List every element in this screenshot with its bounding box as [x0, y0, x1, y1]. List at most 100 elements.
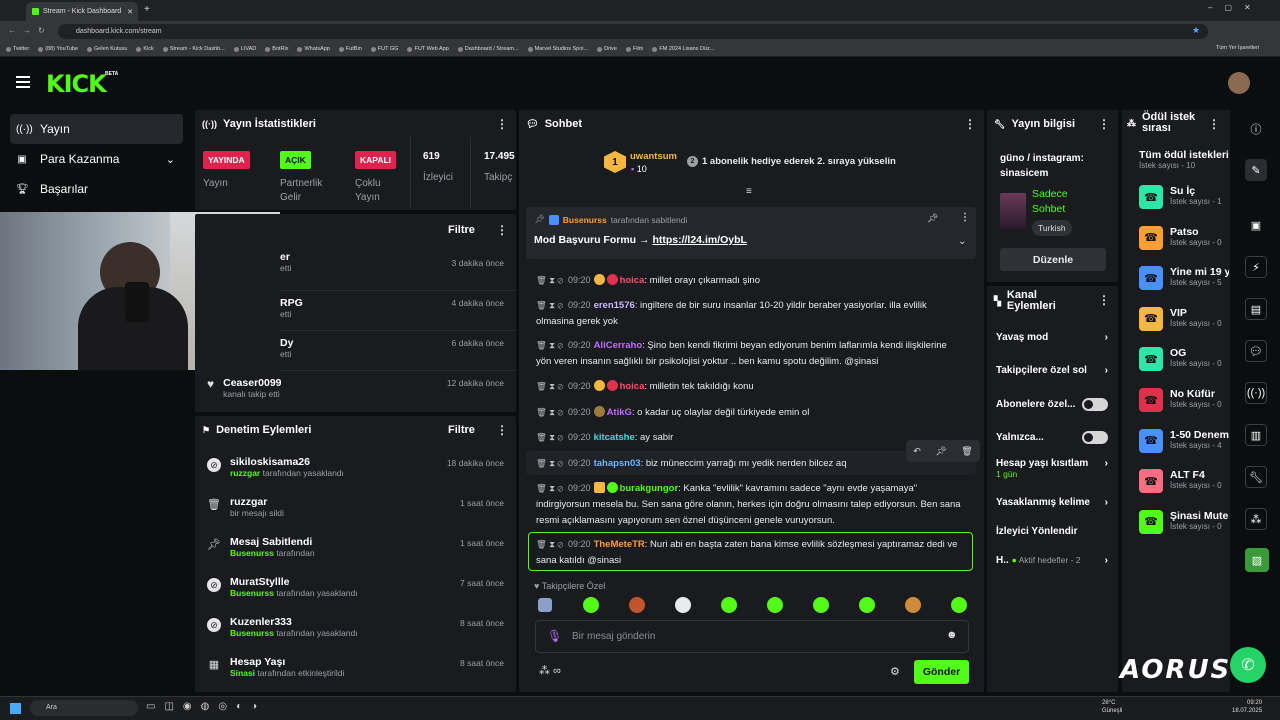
pencil-icon[interactable]: ✎ [1245, 159, 1267, 181]
nav-item-basarilar[interactable]: 🏆︎ Başarılar [10, 174, 183, 204]
msg-user[interactable]: hoica [620, 381, 645, 392]
emote-icon[interactable] [951, 597, 967, 613]
activity-filter-button[interactable]: Filtre [448, 224, 475, 236]
bookmark-item[interactable]: Stream - Kick Dashb... [162, 46, 225, 52]
msg-user[interactable]: hoica [620, 275, 645, 286]
reward-item[interactable]: ☎︎ OG İstek sayısı - 0 [1139, 347, 1229, 383]
rewards-menu-icon[interactable]: ⋮ [1208, 117, 1220, 131]
microphone-icon[interactable]: 🎙︎ [547, 629, 562, 643]
top-gifter-name[interactable]: uwantsum [630, 151, 677, 162]
hamburger-menu-icon[interactable] [16, 76, 30, 91]
bookmark-item[interactable]: Kick [136, 46, 154, 52]
moderation-filter-button[interactable]: Filtre [448, 424, 475, 436]
emote-icon[interactable] [675, 597, 691, 613]
send-button[interactable]: Gönder [914, 660, 969, 684]
reward-item[interactable]: ☎︎ Şinasi Mute İstek sayısı - 0 [1139, 509, 1229, 546]
browser-tab[interactable]: Stream - Kick Dashboard ✕ [26, 2, 138, 21]
reward-item[interactable]: ☎︎ 1-50 Denem İstek sayısı - 4 [1139, 428, 1229, 465]
emote-icon[interactable] [813, 597, 829, 613]
windows-start-icon[interactable] [10, 703, 21, 714]
pinned-by[interactable]: Busenurss [563, 215, 607, 225]
msg-user[interactable]: AliCerraho [594, 340, 643, 351]
all-bookmarks[interactable]: Tüm Yer İşaretleri [1216, 45, 1259, 51]
points-icon[interactable]: ⁂ ∞ [539, 664, 561, 677]
notes-icon[interactable]: ▤ [1245, 298, 1267, 320]
msg-mod-icons[interactable]: 🗑︎ ⧗ ⊘ [536, 297, 563, 313]
bookmark-item[interactable]: WhatsApp [297, 46, 330, 52]
nav-arrows-icon[interactable]: ←→↻ [8, 26, 52, 35]
msg-mod-icons[interactable]: 🗑︎ ⧗ ⊘ [536, 378, 563, 394]
viewer-redirect-item[interactable]: İzleyici Yönlendir [996, 526, 1108, 537]
bookmark-item[interactable]: Twitter [6, 46, 29, 52]
subscribers-only-item[interactable]: Abonelere özel... [996, 398, 1108, 411]
emote-icon[interactable] [721, 597, 737, 613]
moderation-menu-icon[interactable]: ⋮ [496, 423, 508, 437]
chat-menu-icon[interactable]: ⋮ [964, 117, 976, 131]
bookmark-item[interactable]: Marvel Studios Spoi... [527, 46, 588, 52]
emotes-only-item[interactable]: Yalnızca... [996, 431, 1108, 444]
subscribers-only-toggle[interactable] [1082, 398, 1108, 411]
stream-info-menu-icon[interactable]: ⋮ [1098, 117, 1110, 131]
taskbar-apps[interactable]: ▭◫◉◍◎◐◑ [146, 701, 266, 712]
collapse-icon[interactable]: ≡ [746, 186, 752, 197]
emote-icon[interactable] [767, 597, 783, 613]
stats-menu-icon[interactable]: ⋮ [496, 117, 508, 131]
reply-icon[interactable]: ↶ [913, 446, 921, 457]
weather-widget[interactable]: 28°C Güneşli [1102, 699, 1122, 715]
msg-mod-icons[interactable]: 🗑︎ ⧗ ⊘ [536, 272, 563, 288]
msg-user[interactable]: kitcatshe [594, 432, 635, 443]
wrench-icon[interactable]: 🔧︎ [1245, 466, 1267, 488]
msg-mod-icons[interactable]: 🗑︎ ⧗ ⊘ [536, 404, 563, 420]
gear-icon[interactable]: ⚙ [890, 665, 900, 678]
emote-icon[interactable] [629, 597, 645, 613]
edit-button[interactable]: Düzenle [1000, 248, 1106, 271]
pinned-link[interactable]: https://l24.im/OybL [652, 234, 747, 246]
unpin-icon[interactable]: 📌︎ [927, 213, 938, 224]
new-tab-icon[interactable]: + [144, 4, 150, 15]
screen-icon[interactable]: ▣ [1245, 214, 1267, 236]
app-icon[interactable]: ▨ [1245, 548, 1269, 572]
bookmark-item[interactable]: FutBin [338, 46, 362, 52]
emote-icon[interactable] [583, 597, 599, 613]
msg-user[interactable]: tahapsn03 [594, 458, 641, 469]
reward-item[interactable]: ☎︎ No Küfür İstek sayısı - 0 [1139, 388, 1229, 424]
msg-mod-icons[interactable]: 🗑︎ ⧗ ⊘ [536, 480, 563, 496]
avatar[interactable] [1228, 72, 1250, 94]
msg-mod-icons[interactable]: 🗑︎ ⧗ ⊘ [536, 536, 563, 552]
chevron-down-icon[interactable]: ⌄ [958, 236, 966, 247]
emote-icon[interactable] [859, 597, 875, 613]
category-name[interactable]: Sadece Sohbet [1032, 187, 1102, 217]
info-icon[interactable]: ⓘ [1245, 118, 1267, 140]
bookmark-item[interactable]: Film [625, 46, 643, 52]
layout-icon[interactable]: ▥ [1245, 424, 1267, 446]
pin-icon[interactable]: 📌︎ [935, 446, 946, 457]
goals-item[interactable]: H.. ● Aktif hedefler - 2 › [996, 555, 1108, 566]
banned-words-item[interactable]: Yasaklanmış kelime › [996, 497, 1108, 508]
bookmark-item[interactable]: FUT Web App [407, 46, 449, 52]
bookmark-item[interactable]: FUT GG [370, 46, 398, 52]
msg-user[interactable]: AtikG [607, 407, 632, 418]
taskbar-search[interactable]: Ara [30, 700, 138, 716]
account-age-item[interactable]: Hesap yaşı kısıtlam 1 gün › [996, 458, 1108, 480]
window-controls[interactable]: –▢✕ [1208, 3, 1263, 12]
nav-item-yayin[interactable]: ((·)) Yayın [10, 114, 183, 144]
broadcast-icon[interactable]: ((·)) [1245, 382, 1267, 404]
reward-item[interactable]: ☎︎ Su İç İstek sayısı - 1 [1139, 185, 1229, 221]
reward-item[interactable]: ☎︎ ALT F4 İstek sayısı - 0 [1139, 469, 1229, 505]
close-tab-icon[interactable]: ✕ [127, 8, 133, 16]
reward-item[interactable]: ☎︎ VIP İstek sayısı - 0 [1139, 306, 1229, 343]
pinned-menu-icon[interactable]: ⋮ [960, 212, 970, 223]
emotes-only-toggle[interactable] [1082, 431, 1108, 444]
star-icon[interactable]: ★ [1192, 25, 1200, 36]
msg-mod-icons[interactable]: 🗑︎ ⧗ ⊘ [536, 455, 563, 471]
bookmark-item[interactable]: FM 2024 Lisans Düz... [652, 46, 714, 52]
url-input[interactable]: dashboard.kick.com/stream [58, 24, 1208, 39]
slow-mode-item[interactable]: Yavaş mod › [996, 332, 1108, 343]
rewards-icon[interactable]: ⁂ [1245, 508, 1267, 530]
reward-item[interactable]: ☎︎ Yine mi 19 y İstek sayısı - 5 [1139, 266, 1229, 302]
chat-icon[interactable]: 💬︎ [1245, 340, 1267, 362]
emote-icon[interactable] [538, 598, 552, 612]
msg-user[interactable]: TheMeteTR [594, 539, 645, 550]
bookmark-item[interactable]: Dashboard / Stream... [457, 46, 519, 52]
bookmark-item[interactable]: Drive [597, 46, 617, 52]
